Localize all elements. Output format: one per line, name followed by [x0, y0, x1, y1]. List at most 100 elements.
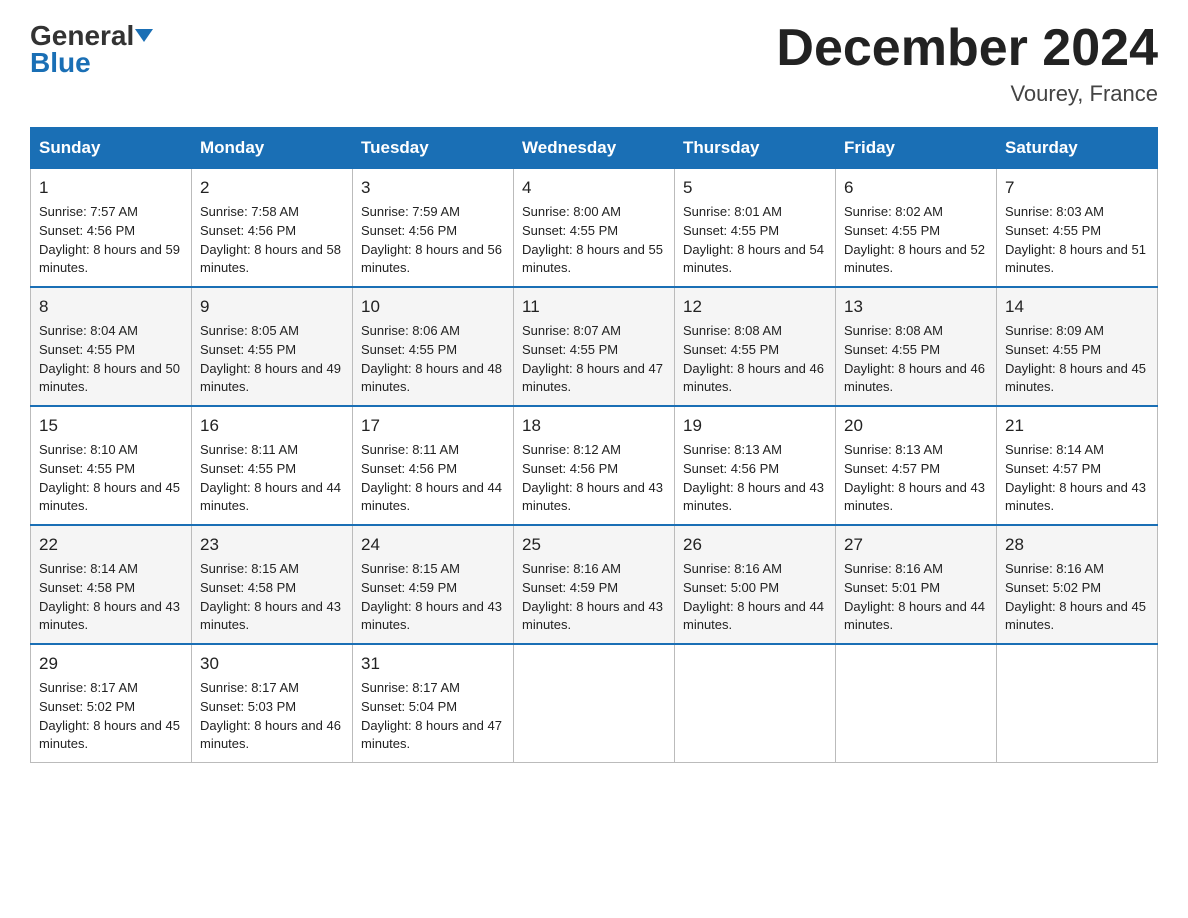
calendar-cell: 6 Sunrise: 8:02 AM Sunset: 4:55 PM Dayli…: [836, 169, 997, 288]
calendar-cell: 5 Sunrise: 8:01 AM Sunset: 4:55 PM Dayli…: [675, 169, 836, 288]
day-number: 2: [200, 176, 344, 201]
day-number: 9: [200, 295, 344, 320]
sunrise-label: Sunrise: 8:02 AM: [844, 204, 943, 219]
sunrise-label: Sunrise: 8:05 AM: [200, 323, 299, 338]
logo-blue: Blue: [30, 47, 153, 79]
day-number: 8: [39, 295, 183, 320]
day-number: 18: [522, 414, 666, 439]
sunrise-label: Sunrise: 8:17 AM: [39, 680, 138, 695]
daylight-label: Daylight: 8 hours and 46 minutes.: [844, 361, 985, 395]
calendar-week-row: 29 Sunrise: 8:17 AM Sunset: 5:02 PM Dayl…: [31, 644, 1158, 763]
sunset-label: Sunset: 4:59 PM: [522, 580, 618, 595]
day-number: 19: [683, 414, 827, 439]
sunrise-label: Sunrise: 8:04 AM: [39, 323, 138, 338]
day-number: 31: [361, 652, 505, 677]
month-title: December 2024: [776, 20, 1158, 77]
day-number: 1: [39, 176, 183, 201]
day-number: 16: [200, 414, 344, 439]
header-thursday: Thursday: [675, 128, 836, 169]
day-number: 30: [200, 652, 344, 677]
sunset-label: Sunset: 5:00 PM: [683, 580, 779, 595]
sunrise-label: Sunrise: 8:13 AM: [844, 442, 943, 457]
daylight-label: Daylight: 8 hours and 50 minutes.: [39, 361, 180, 395]
day-number: 15: [39, 414, 183, 439]
sunset-label: Sunset: 4:55 PM: [1005, 342, 1101, 357]
calendar-cell: 1 Sunrise: 7:57 AM Sunset: 4:56 PM Dayli…: [31, 169, 192, 288]
calendar-week-row: 8 Sunrise: 8:04 AM Sunset: 4:55 PM Dayli…: [31, 287, 1158, 406]
day-number: 26: [683, 533, 827, 558]
sunset-label: Sunset: 5:04 PM: [361, 699, 457, 714]
calendar-cell: 29 Sunrise: 8:17 AM Sunset: 5:02 PM Dayl…: [31, 644, 192, 763]
sunrise-label: Sunrise: 8:09 AM: [1005, 323, 1104, 338]
day-number: 22: [39, 533, 183, 558]
sunset-label: Sunset: 4:57 PM: [1005, 461, 1101, 476]
daylight-label: Daylight: 8 hours and 44 minutes.: [683, 599, 824, 633]
calendar-cell: 3 Sunrise: 7:59 AM Sunset: 4:56 PM Dayli…: [353, 169, 514, 288]
sunset-label: Sunset: 4:55 PM: [39, 461, 135, 476]
sunset-label: Sunset: 4:57 PM: [844, 461, 940, 476]
day-number: 3: [361, 176, 505, 201]
calendar-week-row: 15 Sunrise: 8:10 AM Sunset: 4:55 PM Dayl…: [31, 406, 1158, 525]
header-monday: Monday: [192, 128, 353, 169]
sunrise-label: Sunrise: 8:13 AM: [683, 442, 782, 457]
calendar-cell: 9 Sunrise: 8:05 AM Sunset: 4:55 PM Dayli…: [192, 287, 353, 406]
calendar-week-row: 1 Sunrise: 7:57 AM Sunset: 4:56 PM Dayli…: [31, 169, 1158, 288]
day-number: 12: [683, 295, 827, 320]
day-number: 5: [683, 176, 827, 201]
page-header: General Blue December 2024 Vourey, Franc…: [30, 20, 1158, 107]
sunrise-label: Sunrise: 8:12 AM: [522, 442, 621, 457]
daylight-label: Daylight: 8 hours and 44 minutes.: [200, 480, 341, 514]
calendar-cell: 8 Sunrise: 8:04 AM Sunset: 4:55 PM Dayli…: [31, 287, 192, 406]
daylight-label: Daylight: 8 hours and 54 minutes.: [683, 242, 824, 276]
header-sunday: Sunday: [31, 128, 192, 169]
sunrise-label: Sunrise: 8:15 AM: [200, 561, 299, 576]
calendar-cell: [997, 644, 1158, 763]
sunset-label: Sunset: 4:55 PM: [683, 223, 779, 238]
calendar-cell: 20 Sunrise: 8:13 AM Sunset: 4:57 PM Dayl…: [836, 406, 997, 525]
sunrise-label: Sunrise: 8:14 AM: [39, 561, 138, 576]
calendar-cell: 22 Sunrise: 8:14 AM Sunset: 4:58 PM Dayl…: [31, 525, 192, 644]
day-number: 13: [844, 295, 988, 320]
day-number: 23: [200, 533, 344, 558]
sunrise-label: Sunrise: 8:01 AM: [683, 204, 782, 219]
sunrise-label: Sunrise: 8:07 AM: [522, 323, 621, 338]
day-number: 4: [522, 176, 666, 201]
sunrise-label: Sunrise: 8:17 AM: [361, 680, 460, 695]
calendar-cell: [675, 644, 836, 763]
daylight-label: Daylight: 8 hours and 45 minutes.: [39, 718, 180, 752]
calendar-cell: 19 Sunrise: 8:13 AM Sunset: 4:56 PM Dayl…: [675, 406, 836, 525]
sunrise-label: Sunrise: 8:08 AM: [683, 323, 782, 338]
calendar-cell: 28 Sunrise: 8:16 AM Sunset: 5:02 PM Dayl…: [997, 525, 1158, 644]
daylight-label: Daylight: 8 hours and 47 minutes.: [361, 718, 502, 752]
sunset-label: Sunset: 5:02 PM: [39, 699, 135, 714]
calendar-table: Sunday Monday Tuesday Wednesday Thursday…: [30, 127, 1158, 763]
sunset-label: Sunset: 4:55 PM: [844, 342, 940, 357]
calendar-cell: 11 Sunrise: 8:07 AM Sunset: 4:55 PM Dayl…: [514, 287, 675, 406]
sunrise-label: Sunrise: 7:57 AM: [39, 204, 138, 219]
sunrise-label: Sunrise: 7:58 AM: [200, 204, 299, 219]
calendar-week-row: 22 Sunrise: 8:14 AM Sunset: 4:58 PM Dayl…: [31, 525, 1158, 644]
calendar-cell: 23 Sunrise: 8:15 AM Sunset: 4:58 PM Dayl…: [192, 525, 353, 644]
calendar-cell: 27 Sunrise: 8:16 AM Sunset: 5:01 PM Dayl…: [836, 525, 997, 644]
daylight-label: Daylight: 8 hours and 43 minutes.: [200, 599, 341, 633]
calendar-cell: 31 Sunrise: 8:17 AM Sunset: 5:04 PM Dayl…: [353, 644, 514, 763]
daylight-label: Daylight: 8 hours and 43 minutes.: [361, 599, 502, 633]
day-number: 7: [1005, 176, 1149, 201]
daylight-label: Daylight: 8 hours and 43 minutes.: [844, 480, 985, 514]
daylight-label: Daylight: 8 hours and 55 minutes.: [522, 242, 663, 276]
sunset-label: Sunset: 4:55 PM: [200, 342, 296, 357]
sunset-label: Sunset: 4:55 PM: [522, 223, 618, 238]
daylight-label: Daylight: 8 hours and 59 minutes.: [39, 242, 180, 276]
sunrise-label: Sunrise: 8:16 AM: [683, 561, 782, 576]
sunset-label: Sunset: 5:02 PM: [1005, 580, 1101, 595]
calendar-cell: 25 Sunrise: 8:16 AM Sunset: 4:59 PM Dayl…: [514, 525, 675, 644]
sunset-label: Sunset: 4:58 PM: [200, 580, 296, 595]
day-number: 14: [1005, 295, 1149, 320]
day-number: 25: [522, 533, 666, 558]
sunset-label: Sunset: 4:55 PM: [39, 342, 135, 357]
logo-arrow-icon: [135, 29, 153, 42]
daylight-label: Daylight: 8 hours and 49 minutes.: [200, 361, 341, 395]
daylight-label: Daylight: 8 hours and 45 minutes.: [39, 480, 180, 514]
day-number: 24: [361, 533, 505, 558]
daylight-label: Daylight: 8 hours and 43 minutes.: [1005, 480, 1146, 514]
